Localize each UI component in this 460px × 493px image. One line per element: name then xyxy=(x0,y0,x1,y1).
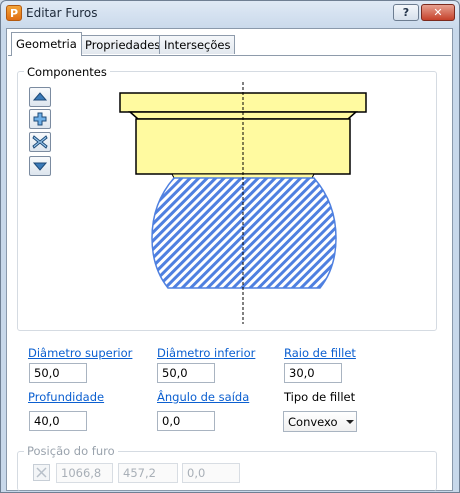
plus-icon xyxy=(33,112,47,126)
angulo-saida-input[interactable]: 0,0 xyxy=(157,411,215,431)
tab-geometria[interactable]: Geometria xyxy=(11,32,82,56)
raio-fillet-input[interactable]: 30,0 xyxy=(284,363,342,383)
position-group-label: Posição do furo xyxy=(24,444,118,458)
tab-propriedades[interactable]: Propriedades xyxy=(80,35,166,54)
delete-component-button[interactable] xyxy=(29,132,51,152)
arrow-up-icon xyxy=(32,92,48,101)
position-z-input[interactable]: 0,0 xyxy=(182,463,240,483)
window-title: Editar Furos xyxy=(26,6,98,20)
profundidade-label[interactable]: Profundidade xyxy=(28,390,104,404)
raio-fillet-label[interactable]: Raio de fillet xyxy=(284,346,356,360)
crosshair-list-icon xyxy=(36,467,47,478)
angulo-saida-label[interactable]: Ângulo de saída xyxy=(157,390,249,404)
diametro-inferior-input[interactable]: 50,0 xyxy=(157,363,215,383)
move-up-button[interactable] xyxy=(29,87,51,107)
hole-preview xyxy=(119,82,367,324)
delete-x-icon xyxy=(32,135,48,149)
profundidade-input[interactable]: 40,0 xyxy=(29,411,87,431)
position-x-input[interactable]: 1066,8 xyxy=(56,463,113,483)
position-y-input[interactable]: 457,2 xyxy=(118,463,178,483)
close-button[interactable]: ✕ xyxy=(421,4,455,21)
diametro-superior-label[interactable]: Diâmetro superior xyxy=(28,346,132,360)
app-icon: P xyxy=(6,5,22,21)
arrow-down-icon xyxy=(32,162,48,171)
fillet-section xyxy=(151,177,337,289)
pick-position-button[interactable] xyxy=(33,464,50,481)
tipo-fillet-label: Tipo de fillet xyxy=(284,390,356,404)
diametro-superior-input[interactable]: 50,0 xyxy=(29,363,87,383)
components-group-label: Componentes xyxy=(24,65,110,79)
diametro-inferior-label[interactable]: Diâmetro inferior xyxy=(157,346,255,360)
tab-intersecoes[interactable]: Interseções xyxy=(159,35,236,54)
help-button[interactable]: ? xyxy=(393,4,419,21)
add-component-button[interactable] xyxy=(29,109,51,129)
move-down-button[interactable] xyxy=(29,156,51,176)
chevron-down-icon xyxy=(346,420,354,424)
